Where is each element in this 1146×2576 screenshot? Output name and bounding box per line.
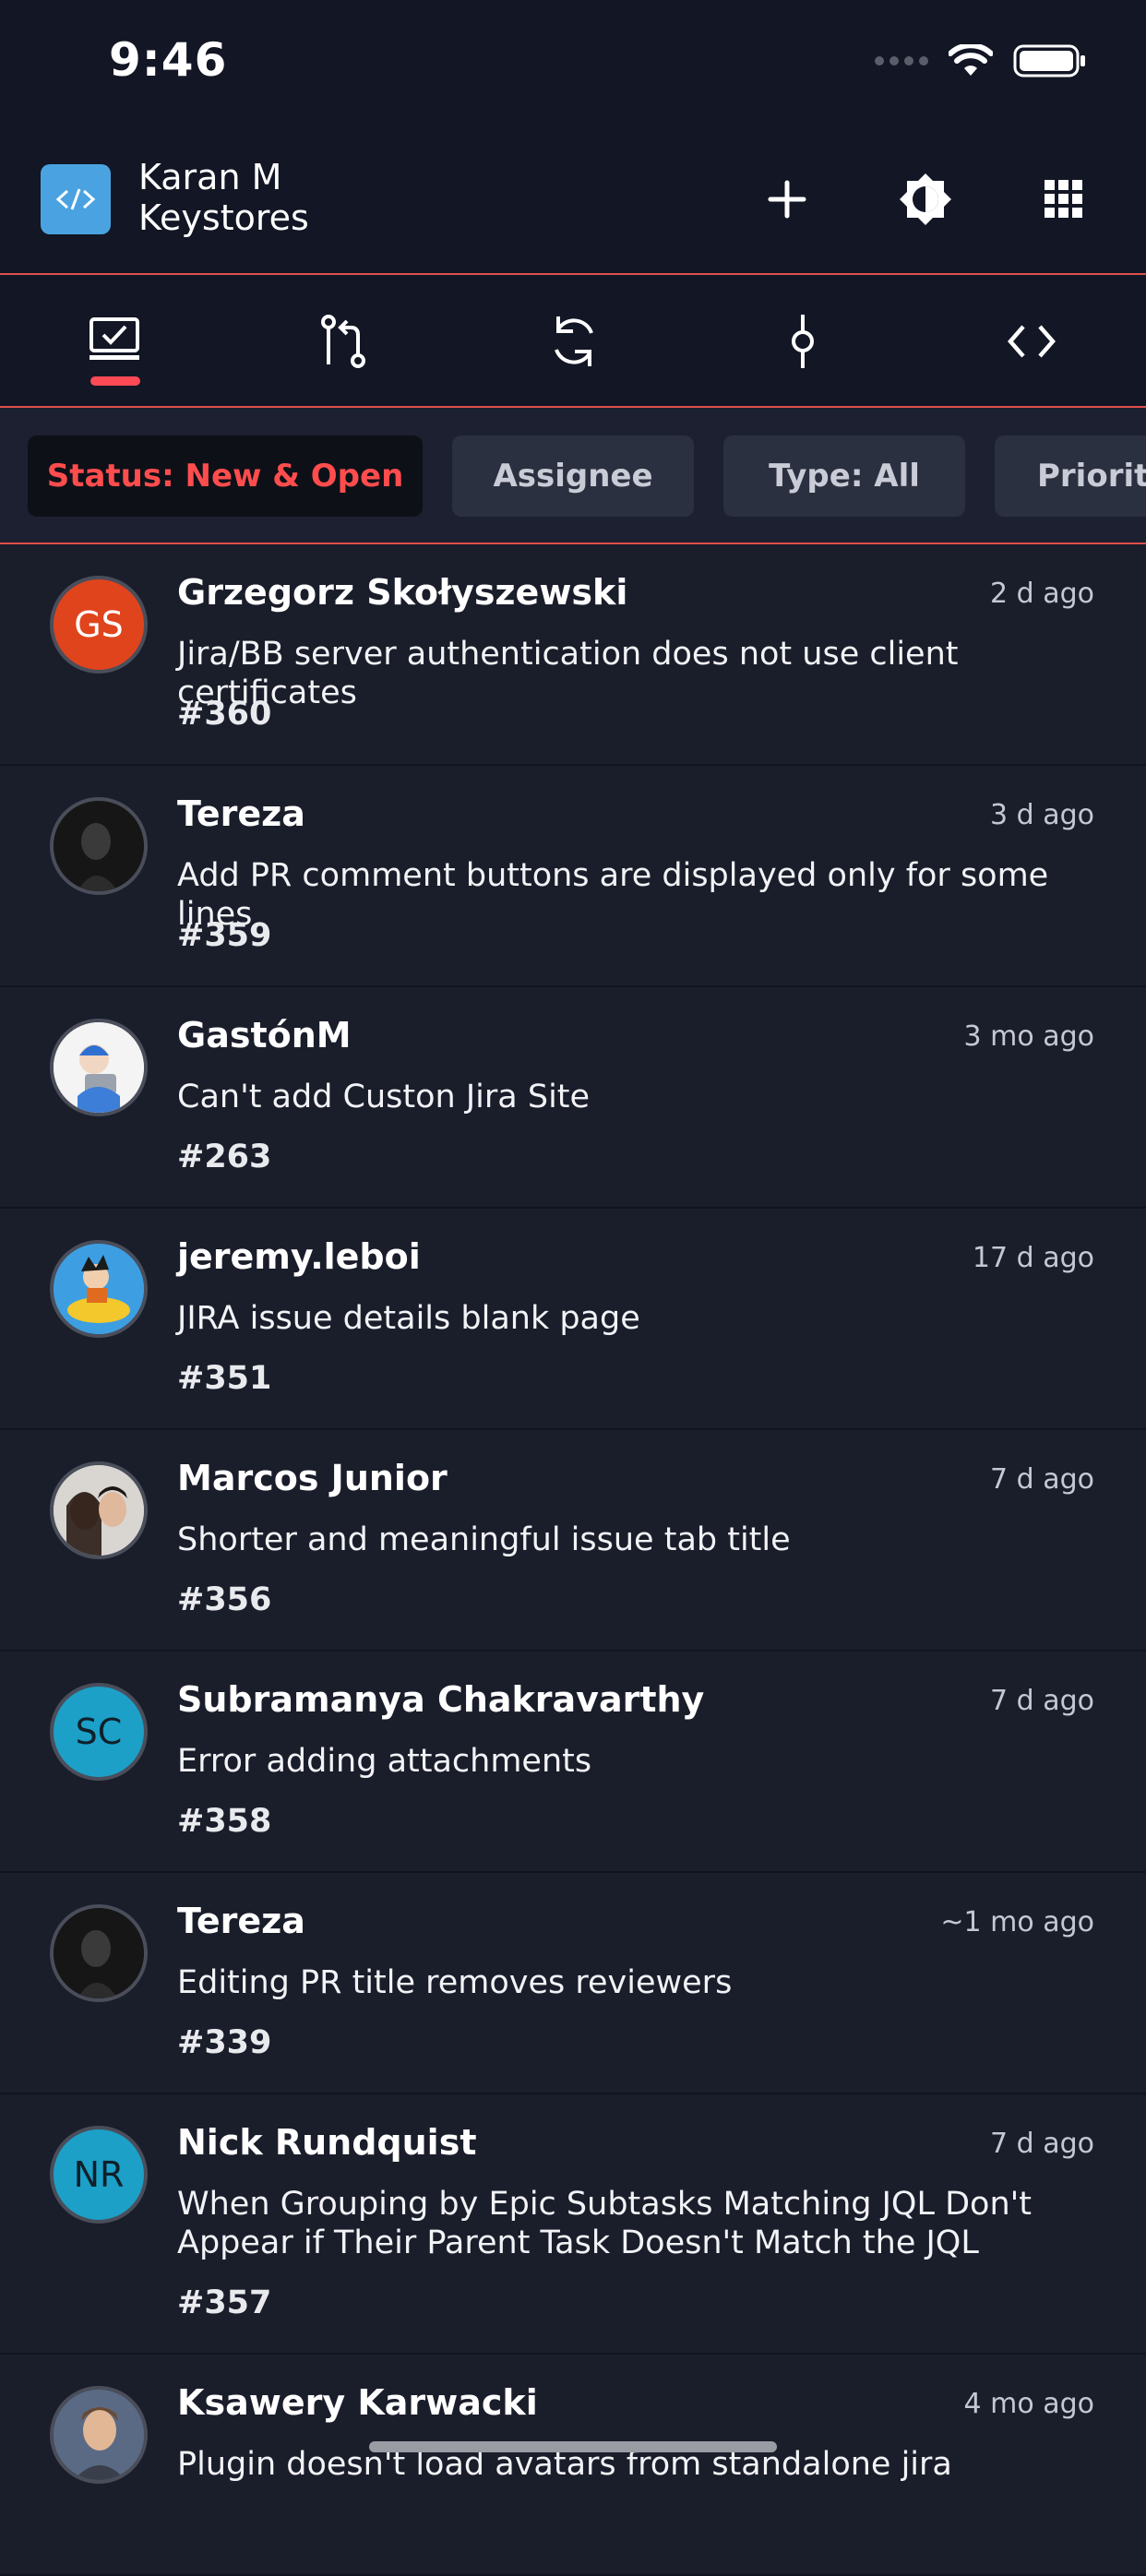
issue-row[interactable]: Ksawery Karwacki 4 mo ago Plugin doesn't… — [0, 2355, 1146, 2576]
person-photo-icon — [54, 1908, 144, 1998]
repo-logo[interactable] — [41, 164, 111, 234]
issue-title: When Grouping by Epic Subtasks Matching … — [177, 2186, 1032, 2261]
issue-author: Tereza — [177, 793, 305, 834]
issue-row[interactable]: GS Grzegorz Skołyszewski 2 d ago Jira/BB… — [0, 544, 1146, 766]
cartoon-avatar-icon — [54, 1022, 144, 1113]
issue-title: JIRA issue details blank page — [177, 1300, 640, 1337]
issue-row[interactable]: jeremy.leboi 17 d ago JIRA issue details… — [0, 1209, 1146, 1430]
issue-number: #357 — [177, 2284, 272, 2321]
avatar — [50, 1461, 148, 1559]
issue-author: Subramanya Chakravarthy — [177, 1679, 705, 1720]
commit-icon — [792, 315, 814, 368]
issue-title: Shorter and meaningful issue tab title — [177, 1521, 791, 1558]
issue-row[interactable]: NR Nick Rundquist 7 d ago When Grouping … — [0, 2094, 1146, 2355]
status-time: 9:46 — [109, 33, 228, 87]
issue-row[interactable]: SC Subramanya Chakravarthy 7 d ago Error… — [0, 1652, 1146, 1873]
header-titles[interactable]: Karan M Keystores — [138, 157, 309, 238]
plus-icon — [768, 180, 806, 219]
avatar: GS — [50, 576, 148, 674]
signal-icon — [875, 56, 928, 66]
tab-issues[interactable] — [78, 304, 151, 378]
filter-status-chip[interactable]: Status: New & Open — [28, 435, 423, 517]
avatar — [50, 1019, 148, 1116]
tab-bar — [0, 273, 1146, 408]
issue-number: #356 — [177, 1581, 272, 1618]
issue-list: GS Grzegorz Skołyszewski 2 d ago Jira/BB… — [0, 544, 1146, 2576]
refresh-icon — [555, 316, 593, 366]
issue-row[interactable]: GastónM 3 mo ago Can't add Custon Jira S… — [0, 987, 1146, 1209]
tab-sync[interactable] — [537, 304, 611, 378]
brightness-icon — [900, 173, 951, 225]
person-photo-icon — [54, 1465, 144, 1556]
issues-icon — [90, 317, 139, 360]
battery-icon — [1013, 44, 1085, 78]
issue-author: Tereza — [177, 1901, 305, 1941]
status-icons — [875, 41, 1087, 81]
avatar — [50, 1240, 148, 1338]
cartoon-avatar-icon — [54, 1244, 144, 1334]
issue-title: Jira/BB server authentication does not u… — [177, 636, 959, 711]
header-subtitle: Keystores — [138, 197, 309, 238]
issue-title: Add PR comment buttons are displayed onl… — [177, 857, 1049, 933]
issue-number: #263 — [177, 1139, 272, 1175]
issue-author: Nick Rundquist — [177, 2122, 477, 2163]
tab-commits[interactable] — [766, 304, 840, 378]
issue-time: 2 d ago — [990, 578, 1094, 610]
status-bar: 9:46 — [0, 0, 1146, 125]
filter-bar: Status: New & Open Assignee Type: All Pr… — [0, 408, 1146, 544]
app-header: Karan M Keystores — [0, 148, 1146, 268]
issue-number: #339 — [177, 2024, 272, 2061]
filter-assignee-chip[interactable]: Assignee — [452, 435, 694, 517]
issue-time: 3 mo ago — [963, 1020, 1094, 1053]
avatar — [50, 1904, 148, 2002]
issue-number: #358 — [177, 1803, 272, 1840]
header-actions — [749, 166, 1102, 233]
filter-priority-chip[interactable]: Priority — [995, 435, 1146, 517]
issue-author: Marcos Junior — [177, 1458, 448, 1498]
avatar: SC — [50, 1683, 148, 1781]
issue-time: ~1 mo ago — [940, 1906, 1094, 1938]
avatar: NR — [50, 2126, 148, 2224]
apps-menu-button[interactable] — [1026, 166, 1102, 233]
issue-number: #360 — [177, 696, 272, 733]
issue-title: Editing PR title removes reviewers — [177, 1964, 733, 2001]
issue-time: 7 d ago — [990, 1463, 1094, 1496]
issue-author: GastónM — [177, 1015, 352, 1055]
issue-time: 17 d ago — [972, 1242, 1094, 1274]
active-tab-indicator — [90, 376, 140, 386]
issue-author: jeremy.leboi — [177, 1236, 421, 1277]
issue-time: 4 mo ago — [963, 2388, 1094, 2420]
issue-author: Ksawery Karwacki — [177, 2382, 538, 2423]
tab-code[interactable] — [995, 304, 1068, 378]
person-photo-icon — [54, 2390, 144, 2480]
wifi-icon — [949, 44, 993, 76]
issue-author: Grzegorz Skołyszewski — [177, 572, 628, 613]
issue-row[interactable]: Tereza 3 d ago Add PR comment buttons ar… — [0, 766, 1146, 987]
theme-toggle-button[interactable] — [888, 166, 963, 233]
code-icon — [55, 188, 96, 210]
issue-number: #351 — [177, 1360, 272, 1397]
avatar — [50, 2386, 148, 2484]
filter-type-chip[interactable]: Type: All — [723, 435, 965, 517]
issue-row[interactable]: Tereza ~1 mo ago Editing PR title remove… — [0, 1873, 1146, 2094]
issue-time: 3 d ago — [990, 799, 1094, 831]
code-brackets-icon — [1008, 325, 1056, 358]
issue-number: #359 — [177, 917, 272, 954]
pull-request-icon — [321, 315, 365, 368]
issue-time: 7 d ago — [990, 1685, 1094, 1717]
issue-time: 7 d ago — [990, 2128, 1094, 2160]
header-title: Karan M — [138, 157, 282, 197]
grid-icon — [1045, 180, 1082, 218]
tab-pull-requests[interactable] — [306, 304, 380, 378]
issue-row[interactable]: Marcos Junior 7 d ago Shorter and meanin… — [0, 1430, 1146, 1652]
home-indicator[interactable] — [369, 2441, 777, 2452]
top-bar: 9:46 Karan M Keystores — [0, 0, 1146, 273]
avatar — [50, 797, 148, 895]
issue-title: Can't add Custon Jira Site — [177, 1079, 591, 1115]
add-button[interactable] — [749, 166, 825, 233]
issue-title: Error adding attachments — [177, 1743, 592, 1780]
person-photo-icon — [54, 801, 144, 891]
